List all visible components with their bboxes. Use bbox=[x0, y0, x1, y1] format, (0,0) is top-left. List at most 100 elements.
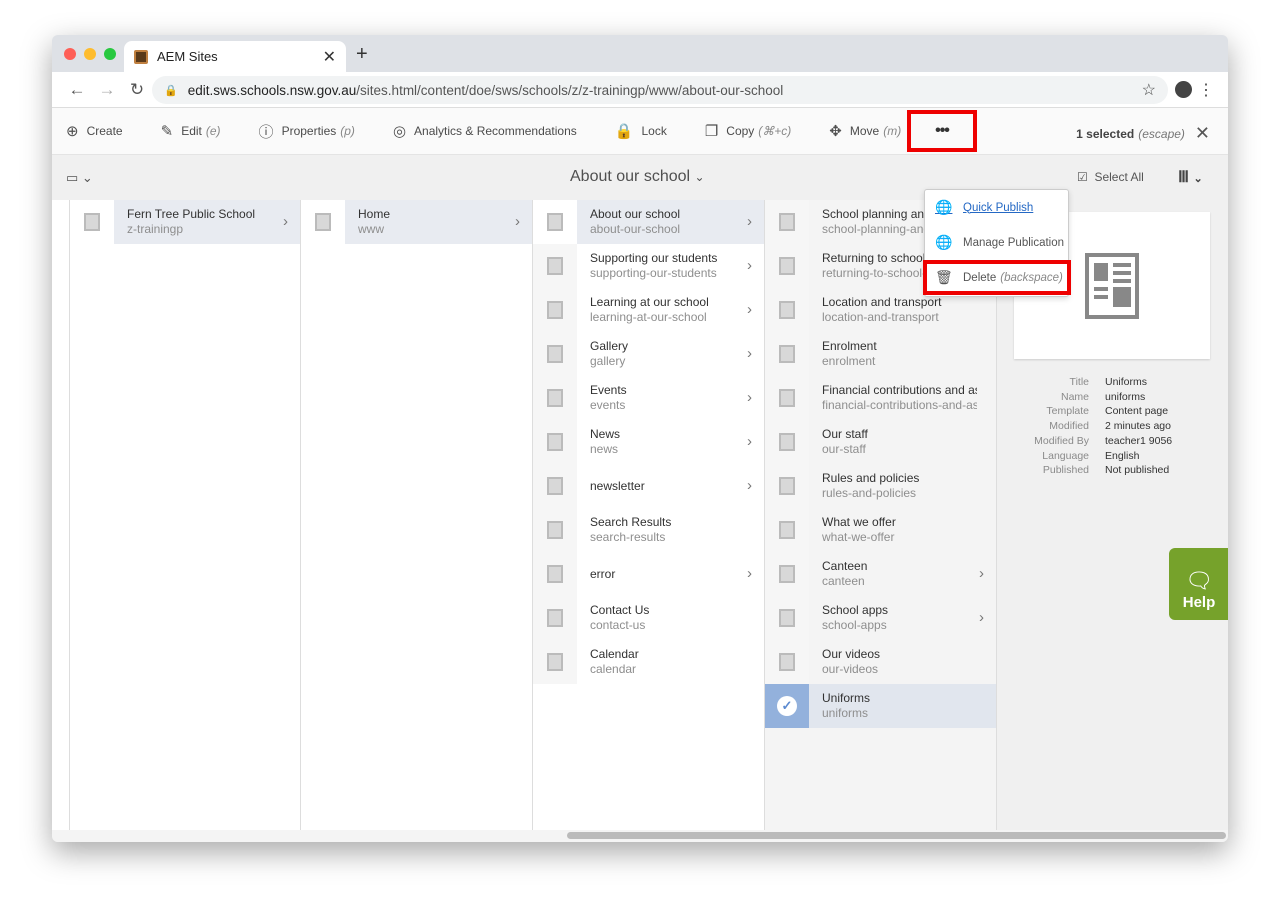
list-item[interactable]: School apps school-apps › bbox=[765, 596, 996, 640]
chevron-right-icon[interactable]: › bbox=[979, 565, 984, 582]
item-text: Our staff our-staff bbox=[822, 427, 977, 457]
reload-icon[interactable]: ↻ bbox=[122, 80, 152, 100]
chevron-right-icon[interactable]: › bbox=[747, 389, 752, 406]
item-thumbnail[interactable] bbox=[533, 200, 577, 244]
item-thumbnail[interactable] bbox=[533, 244, 577, 288]
list-item[interactable]: Events events › bbox=[533, 376, 764, 420]
chevron-right-icon[interactable]: › bbox=[747, 213, 752, 230]
item-thumbnail[interactable] bbox=[765, 244, 809, 288]
list-item[interactable]: Supporting our students supporting-our-st… bbox=[533, 244, 764, 288]
item-thumbnail[interactable] bbox=[533, 464, 577, 508]
item-thumbnail[interactable] bbox=[765, 376, 809, 420]
item-thumbnail[interactable] bbox=[533, 332, 577, 376]
item-thumbnail[interactable] bbox=[533, 596, 577, 640]
item-thumbnail[interactable] bbox=[765, 200, 809, 244]
item-thumbnail[interactable] bbox=[533, 288, 577, 332]
new-tab-button[interactable]: + bbox=[356, 43, 368, 66]
item-thumbnail[interactable] bbox=[533, 420, 577, 464]
menu-item-quick-publish[interactable]: 🌐 Quick Publish bbox=[925, 190, 1068, 225]
item-thumbnail[interactable] bbox=[765, 640, 809, 684]
close-window-button[interactable] bbox=[64, 48, 76, 60]
item-thumbnail[interactable] bbox=[533, 640, 577, 684]
list-item[interactable]: newsletter › bbox=[533, 464, 764, 508]
item-thumbnail[interactable] bbox=[70, 200, 114, 244]
toolbar-move-button[interactable]: ✥ Move (m) bbox=[829, 122, 901, 140]
select-all-button[interactable]: ☑ Select All bbox=[1077, 170, 1144, 184]
item-thumbnail[interactable] bbox=[533, 376, 577, 420]
list-item[interactable]: Calendar calendar bbox=[533, 640, 764, 684]
toolbar-lock-button[interactable]: 🔒 Lock bbox=[615, 122, 667, 140]
scrollbar-thumb[interactable] bbox=[567, 832, 1226, 839]
item-thumbnail[interactable] bbox=[533, 552, 577, 596]
list-item[interactable]: Rules and policies rules-and-policies bbox=[765, 464, 996, 508]
chevron-right-icon[interactable]: › bbox=[979, 609, 984, 626]
list-item[interactable]: News news › bbox=[533, 420, 764, 464]
list-item[interactable]: Learning at our school learning-at-our-sc… bbox=[533, 288, 764, 332]
chevron-right-icon[interactable]: › bbox=[515, 213, 520, 230]
list-item[interactable]: Our staff our-staff bbox=[765, 420, 996, 464]
chevron-right-icon[interactable]: › bbox=[283, 213, 288, 230]
help-button[interactable]: 🗨 Help bbox=[1169, 548, 1228, 620]
profile-icon[interactable] bbox=[1175, 81, 1192, 98]
analytics-icon: ◎ bbox=[392, 123, 407, 140]
menu-item-delete[interactable]: 🗑 Delete (backspace) bbox=[923, 260, 1071, 295]
checkmark-icon[interactable]: ✓ bbox=[777, 696, 797, 716]
toolbar-create-button[interactable]: ⊕ Create bbox=[66, 122, 123, 140]
list-item[interactable]: What we offer what-we-offer bbox=[765, 508, 996, 552]
item-thumbnail[interactable] bbox=[765, 464, 809, 508]
list-item[interactable]: Enrolment enrolment bbox=[765, 332, 996, 376]
column-view-icon[interactable]: Ⅲ ⌄ bbox=[1178, 167, 1203, 187]
list-item[interactable]: error › bbox=[533, 552, 764, 596]
list-item[interactable]: ✓ Uniforms uniforms bbox=[765, 684, 996, 728]
list-item[interactable]: About our school about-our-school › bbox=[533, 200, 764, 244]
minimize-window-button[interactable] bbox=[84, 48, 96, 60]
toolbar-edit-button[interactable]: ✎ Edit (e) bbox=[161, 122, 221, 140]
chevron-right-icon[interactable]: › bbox=[747, 301, 752, 318]
clear-selection-icon[interactable]: ✕ bbox=[1195, 123, 1210, 144]
toolbar-copy-button[interactable]: ❐ Copy (⌘+c) bbox=[705, 122, 791, 140]
maximize-window-button[interactable] bbox=[104, 48, 116, 60]
bookmark-star-icon[interactable]: ☆ bbox=[1142, 80, 1156, 100]
list-item[interactable]: Gallery gallery › bbox=[533, 332, 764, 376]
item-thumbnail[interactable] bbox=[765, 420, 809, 464]
toolbar-analytics-button[interactable]: ◎ Analytics & Recommendations bbox=[393, 122, 577, 140]
chevron-right-icon[interactable]: › bbox=[747, 345, 752, 362]
item-thumbnail[interactable] bbox=[765, 288, 809, 332]
back-icon[interactable]: ← bbox=[62, 80, 92, 100]
chevron-right-icon[interactable]: › bbox=[747, 433, 752, 450]
item-thumbnail[interactable] bbox=[765, 332, 809, 376]
forward-icon[interactable]: → bbox=[92, 80, 122, 100]
list-item[interactable]: Our videos our-videos bbox=[765, 640, 996, 684]
chevron-right-icon[interactable]: › bbox=[747, 257, 752, 274]
rail-toggle-button[interactable]: ▭ ⌄ bbox=[66, 170, 93, 186]
url-input[interactable]: 🔒 edit.sws.schools.nsw.gov.au/sites.html… bbox=[152, 76, 1168, 104]
list-item[interactable]: Fern Tree Public School z-trainingp › bbox=[70, 200, 300, 244]
toolbar-label: Copy bbox=[726, 124, 755, 138]
chevron-right-icon[interactable]: › bbox=[747, 565, 752, 582]
horizontal-scrollbar[interactable] bbox=[52, 830, 1228, 842]
list-item[interactable]: Financial contributions and assistancefi… bbox=[765, 376, 996, 420]
breadcrumb-title[interactable]: About our school ⌄ bbox=[570, 168, 705, 186]
browser-tab[interactable]: AEM Sites ✕ bbox=[124, 41, 346, 72]
tab-bar: AEM Sites ✕ + bbox=[52, 35, 1228, 72]
list-item[interactable]: Search Results search-results bbox=[533, 508, 764, 552]
item-thumbnail[interactable]: ✓ bbox=[765, 684, 809, 728]
item-thumbnail[interactable] bbox=[301, 200, 345, 244]
item-text: Events events bbox=[590, 383, 745, 413]
list-item[interactable]: Home www › bbox=[301, 200, 532, 244]
menu-item-label: Delete bbox=[963, 271, 997, 284]
more-actions-button[interactable]: ••• bbox=[907, 110, 977, 152]
item-thumbnail[interactable] bbox=[765, 508, 809, 552]
menu-item-manage-publication[interactable]: 🌐 Manage Publication bbox=[925, 225, 1068, 260]
list-item[interactable]: Canteen canteen › bbox=[765, 552, 996, 596]
item-thumbnail[interactable] bbox=[765, 552, 809, 596]
chevron-right-icon[interactable]: › bbox=[747, 477, 752, 494]
item-name: our-videos bbox=[822, 662, 879, 676]
toolbar-properties-button[interactable]: ⓘ Properties (p) bbox=[259, 121, 355, 142]
list-item[interactable]: Contact Us contact-us bbox=[533, 596, 764, 640]
item-thumbnail[interactable] bbox=[533, 508, 577, 552]
item-thumbnail[interactable] bbox=[765, 596, 809, 640]
browser-menu-icon[interactable]: ⋮ bbox=[1198, 80, 1214, 100]
close-tab-icon[interactable]: ✕ bbox=[323, 47, 336, 67]
page-icon bbox=[779, 345, 795, 363]
